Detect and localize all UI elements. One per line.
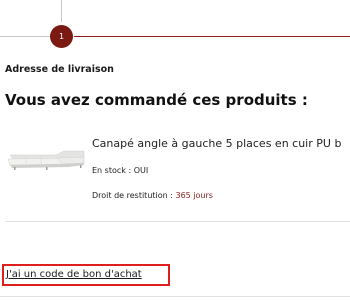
divider [0, 296, 350, 297]
product-name[interactable]: Canapé angle à gauche 5 places en cuir P… [92, 137, 341, 150]
return-label: Droit de restitution : [92, 191, 176, 200]
stock-label: En stock : [92, 166, 134, 175]
sofa-icon [7, 150, 85, 170]
stepper-line-right [74, 36, 350, 37]
checkout-stepper: 1 [0, 0, 350, 48]
sofa-product-image[interactable] [6, 147, 86, 173]
stepper-line-left [0, 36, 50, 37]
voucher-code-link[interactable]: J'ai un code de bon d'achat [6, 269, 142, 280]
stepper-tick [61, 0, 62, 22]
shipping-address-label[interactable]: Adresse de livraison [5, 64, 114, 75]
divider [5, 221, 350, 222]
stock-value: OUI [133, 166, 149, 175]
step-1-indicator[interactable]: 1 [50, 25, 73, 48]
return-days-value: 365 jours [175, 191, 213, 200]
order-heading: Vous avez commandé ces produits : [5, 91, 308, 109]
return-policy: Droit de restitution : 365 jours [92, 191, 213, 200]
stock-status: En stock : OUI [92, 166, 148, 175]
